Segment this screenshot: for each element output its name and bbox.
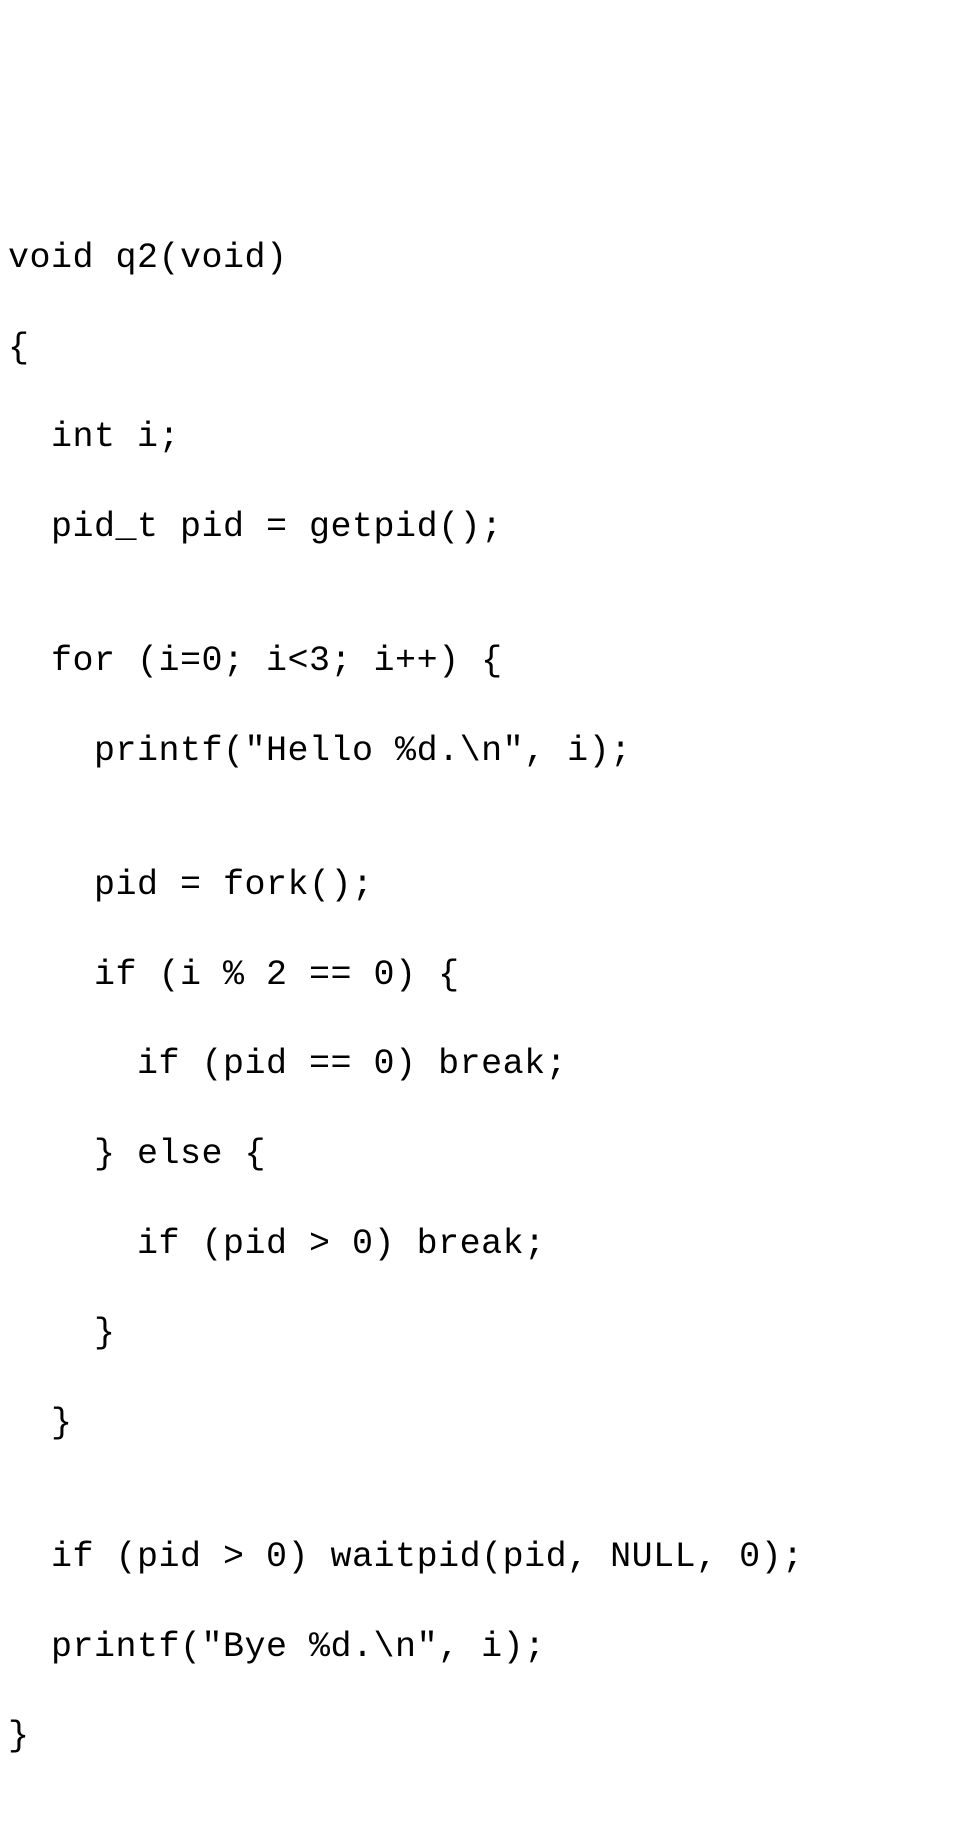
code-line: }	[8, 1311, 953, 1356]
code-line: for (i=0; i<3; i++) {	[8, 639, 953, 684]
code-line: int i;	[8, 415, 953, 460]
code-line: } else {	[8, 1132, 953, 1177]
code-line: if (pid > 0) break;	[8, 1222, 953, 1267]
code-line: pid = fork();	[8, 863, 953, 908]
code-line: void q2(void)	[8, 236, 953, 281]
code-line: if (i % 2 == 0) {	[8, 953, 953, 998]
code-line: printf("Hello %d.\n", i);	[8, 729, 953, 774]
code-line: printf("Bye %d.\n", i);	[8, 1625, 953, 1670]
code-block: void q2(void) { int i; pid_t pid = getpi…	[8, 191, 953, 1804]
code-line: pid_t pid = getpid();	[8, 505, 953, 550]
code-line: }	[8, 1714, 953, 1759]
code-line: if (pid > 0) waitpid(pid, NULL, 0);	[8, 1535, 953, 1580]
code-line: {	[8, 326, 953, 371]
code-line: }	[8, 1401, 953, 1446]
code-line: if (pid == 0) break;	[8, 1042, 953, 1087]
